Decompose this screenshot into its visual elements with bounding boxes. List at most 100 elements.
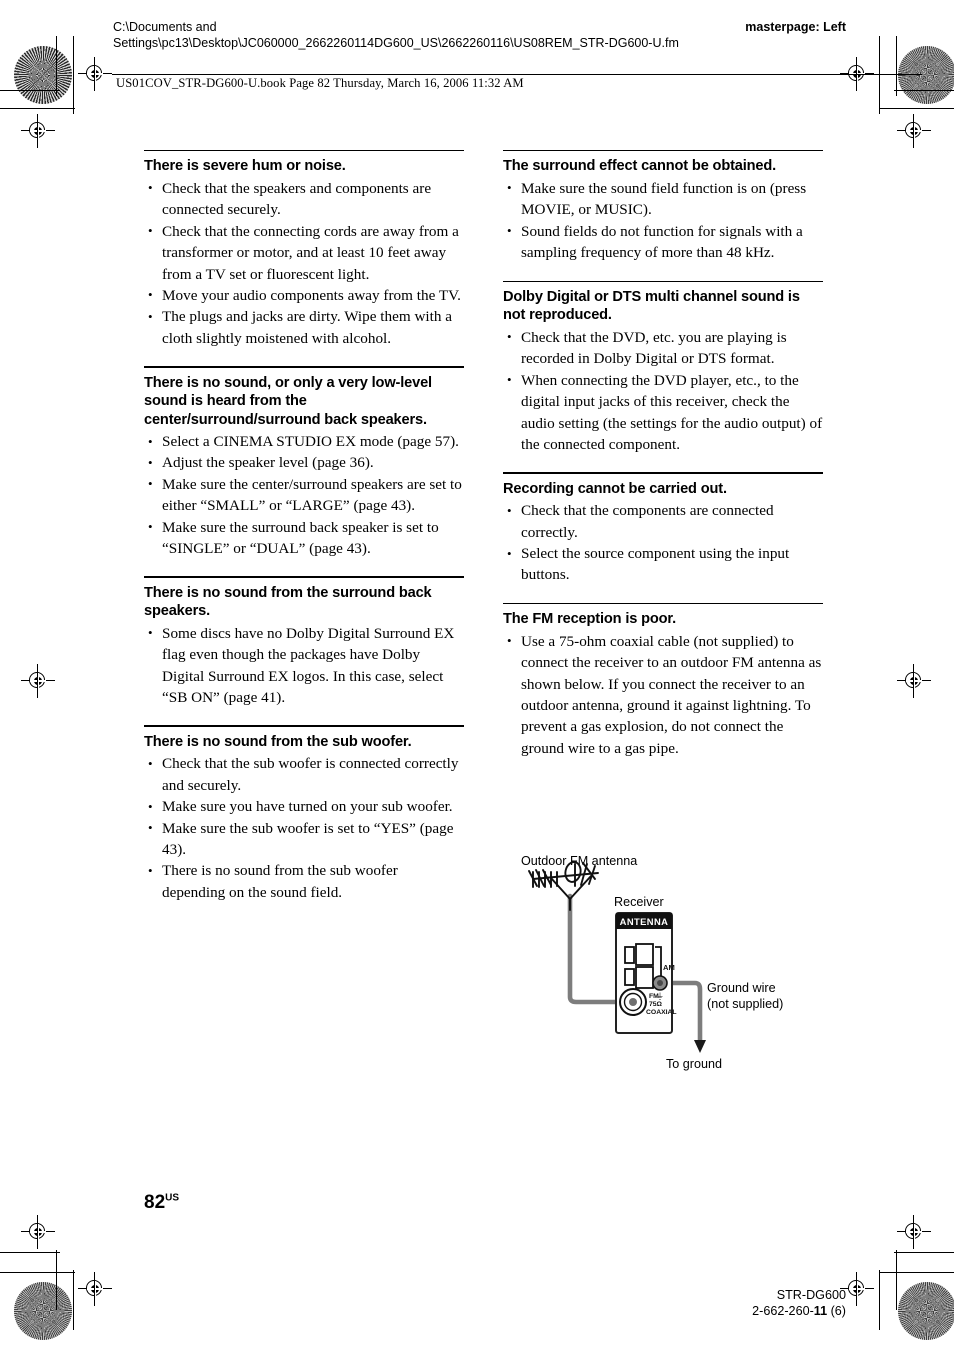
block-divider — [503, 280, 823, 282]
fm-jack-label-line1: FM — [649, 993, 659, 1000]
list-item: Sound fields do not function for signals… — [503, 220, 823, 264]
registration-mark-inner-bottom-right — [897, 1215, 931, 1249]
crop-line — [879, 108, 954, 110]
crop-line — [894, 1252, 954, 1254]
block-heading: The surround effect cannot be obtained. — [503, 158, 777, 175]
header-masterpage-label: masterpage: Left — [745, 20, 846, 34]
crop-line — [0, 1252, 60, 1254]
ground-terminal — [652, 975, 668, 991]
list-item: Adjust the speaker level (page 36). — [144, 452, 464, 474]
receiver-panel-title-text: ANTENNA — [620, 916, 669, 927]
troubleshoot-block: Dolby Digital or DTS multi channel sound… — [503, 280, 823, 456]
block-item-list: Check that the speakers and components a… — [144, 177, 464, 349]
footer-model-info: STR-DG600 2-662-260-11 (6) — [752, 1287, 846, 1319]
list-item: Some discs have no Dolby Digital Surroun… — [144, 622, 464, 709]
doc-number-prefix: 2-662-260- — [752, 1304, 814, 1318]
block-heading: There is severe hum or noise. — [144, 158, 346, 175]
footer-model-name: STR-DG600 — [776, 1288, 846, 1302]
block-item-list: Check that the DVD, etc. you are playing… — [503, 326, 823, 456]
list-item: Select the source component using the in… — [503, 543, 823, 586]
list-item: When connecting the DVD player, etc., to… — [503, 369, 823, 456]
doc-number-suffix: (6) — [827, 1304, 846, 1318]
block-item-list: Make sure the sound field function is on… — [503, 177, 823, 264]
registration-mark-middle-right — [897, 664, 931, 698]
diagram-artwork: ANTENNA AM ⏚ FM 75Ω COAXIAL — [528, 861, 706, 1053]
list-item: There is no sound from the sub woofer de… — [144, 860, 464, 903]
list-item: Check that the connecting cords are away… — [144, 220, 464, 285]
fm-jack-label-line2: 75Ω — [649, 1001, 663, 1008]
list-item: Move your audio components away from the… — [144, 284, 464, 306]
content-column-right: The surround effect cannot be obtained. … — [503, 150, 823, 759]
crop-line — [73, 1270, 75, 1330]
list-item: Make sure the surround back speaker is s… — [144, 516, 464, 560]
crop-line — [879, 1270, 881, 1330]
troubleshoot-block: There is no sound from the sub woofer. C… — [144, 725, 464, 903]
block-heading: The FM reception is poor. — [503, 611, 677, 628]
list-item: Check that the DVD, etc. you are playing… — [503, 326, 823, 370]
list-item: Make sure the center/surround speakers a… — [144, 473, 464, 517]
list-item: Use a 75-ohm coaxial cable (not supplied… — [503, 630, 823, 759]
crop-line — [0, 1272, 75, 1274]
block-divider — [144, 366, 464, 368]
to-ground-arrow — [694, 1040, 706, 1053]
fm-coaxial-jack — [619, 988, 647, 1016]
crop-line — [0, 90, 60, 92]
block-heading: There is no sound from the surround back… — [144, 584, 432, 620]
footer-doc-number: 2-662-260-11 (6) — [752, 1303, 846, 1319]
content-column-left: There is severe hum or noise. Check that… — [144, 150, 464, 903]
header-divider — [112, 74, 922, 76]
crop-line — [896, 36, 898, 96]
block-item-list: Use a 75-ohm coaxial cable (not supplied… — [503, 630, 823, 759]
list-item: Check that the sub woofer is connected c… — [144, 753, 464, 796]
registration-mark-top-left — [78, 57, 112, 91]
block-heading: There is no sound from the sub woofer. — [144, 733, 412, 750]
coaxial-cable-path — [567, 893, 623, 1005]
fm-antenna-connection-diagram: Outdoor FM antenna Receiver Ground wire … — [503, 848, 843, 1098]
troubleshoot-block: The surround effect cannot be obtained. … — [503, 150, 823, 264]
crop-line — [56, 1250, 58, 1310]
block-item-list: Check that the components are connected … — [503, 500, 823, 586]
color-calibration-mark-bottom-right — [898, 1282, 954, 1340]
troubleshoot-block: There is no sound from the surround back… — [144, 576, 464, 708]
crop-line — [894, 90, 954, 92]
header-file-path: C:\Documents and Settings\pc13\Desktop\J… — [113, 20, 679, 50]
list-item: The plugs and jacks are dirty. Wipe them… — [144, 306, 464, 349]
list-item: Make sure you have turned on your sub wo… — [144, 796, 464, 818]
list-item: Check that the speakers and components a… — [144, 177, 464, 221]
header-book-line: US01COV_STR-DG600-U.book Page 82 Thursda… — [116, 76, 524, 90]
list-item: Select a CINEMA STUDIO EX mode (page 57)… — [144, 431, 464, 453]
list-item: Make sure the sub woofer is set to “YES”… — [144, 817, 464, 861]
block-divider — [144, 150, 464, 152]
registration-mark-middle-left — [21, 664, 55, 698]
troubleshoot-block: Recording cannot be carried out. Check t… — [503, 472, 823, 586]
registration-mark-inner-top-left — [21, 114, 55, 148]
troubleshoot-block: The FM reception is poor. Use a 75-ohm c… — [503, 602, 823, 759]
fm-jack-label-line3: COAXIAL — [646, 1009, 677, 1016]
crop-line — [879, 1272, 954, 1274]
crop-line — [0, 108, 75, 110]
block-divider — [144, 725, 464, 727]
am-terminal-label: AM — [663, 963, 675, 972]
block-divider — [144, 576, 464, 578]
block-heading: Recording cannot be carried out. — [503, 480, 727, 497]
crop-line — [896, 1250, 898, 1310]
crop-line — [56, 36, 58, 96]
block-heading: There is no sound, or only a very low-le… — [144, 374, 432, 428]
crop-line — [73, 36, 75, 114]
troubleshoot-block: There is severe hum or noise. Check that… — [144, 150, 464, 349]
color-calibration-mark-bottom-left — [14, 1282, 72, 1340]
document-page: C:\Documents and Settings\pc13\Desktop\J… — [0, 0, 954, 1364]
page-number: 82US — [144, 1192, 179, 1214]
list-item: Check that the components are connected … — [503, 500, 823, 543]
registration-mark-inner-bottom-left — [21, 1215, 55, 1249]
block-divider — [503, 602, 823, 605]
block-item-list: Check that the sub woofer is connected c… — [144, 753, 464, 903]
troubleshoot-block: There is no sound, or only a very low-le… — [144, 366, 464, 559]
doc-number-revision: 11 — [813, 1304, 828, 1318]
page-number-region-suffix: US — [165, 1192, 180, 1204]
block-divider — [503, 150, 823, 152]
block-heading: Dolby Digital or DTS multi channel sound… — [503, 288, 800, 324]
outdoor-fm-antenna-icon — [528, 861, 599, 911]
registration-mark-inner-top-right — [897, 114, 931, 148]
block-item-list: Select a CINEMA STUDIO EX mode (page 57)… — [144, 431, 464, 559]
